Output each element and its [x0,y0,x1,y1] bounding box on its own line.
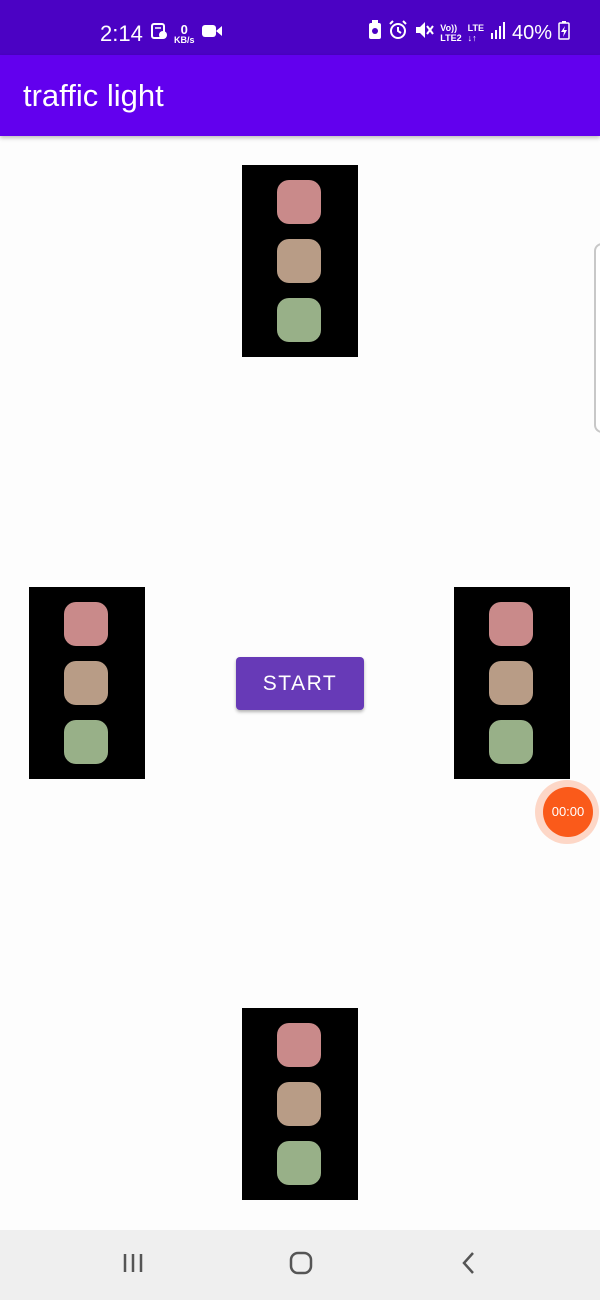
recorder-time: 00:00 [551,804,585,819]
volte-label: Vo)) [440,22,458,33]
signal-icon [490,20,506,45]
green-lamp [64,720,108,764]
recent-apps-button[interactable] [113,1248,153,1282]
yellow-lamp [489,661,533,705]
back-button[interactable] [449,1248,489,1282]
lte-label: LTE [467,22,484,33]
green-lamp [277,1141,321,1185]
green-lamp [277,298,321,342]
red-lamp [64,602,108,646]
data-arrows-icon: ↓↑ [467,32,477,43]
red-lamp [277,1023,321,1067]
alarm-icon [388,20,408,45]
data-rate-value: 0 [180,21,188,37]
green-lamp [489,720,533,764]
app-title: traffic light [23,78,164,113]
home-icon [288,1250,314,1281]
status-bar: 2:14 0 KB/s Vo)) LTE2 LTE ↓↑ 40% [0,0,600,55]
status-right-icons: Vo)) LTE2 LTE ↓↑ 40% [368,20,570,45]
navigation-bar [0,1230,600,1300]
status-left-icons: 0 KB/s [150,22,223,45]
traffic-light-bottom [242,1008,358,1200]
recorder-bubble[interactable]: 00:00 [543,787,593,837]
traffic-light-right [454,587,570,779]
data-rate-unit: KB/s [174,34,195,45]
charging-icon [558,20,570,45]
app-bar: traffic light [0,55,600,136]
home-button[interactable] [281,1248,321,1282]
battery-saver-icon [368,20,382,45]
status-time: 2:14 [100,21,143,46]
back-icon [459,1250,479,1281]
traffic-light-top [242,165,358,357]
lte-indicator: LTE ↓↑ [468,23,484,43]
video-icon [201,23,223,44]
red-lamp [489,602,533,646]
red-lamp [277,180,321,224]
screenshot-icon [150,22,168,45]
yellow-lamp [277,1082,321,1126]
yellow-lamp [64,661,108,705]
data-rate: 0 KB/s [174,23,195,45]
yellow-lamp [277,239,321,283]
start-button[interactable]: START [236,657,364,710]
mute-icon [414,20,435,45]
traffic-light-left [29,587,145,779]
lte2-label: LTE2 [440,32,462,43]
network-labels: Vo)) LTE2 [440,23,461,43]
edge-panel-handle[interactable] [594,243,600,433]
battery-percent: 40% [511,21,552,44]
recent-apps-icon [120,1251,146,1280]
